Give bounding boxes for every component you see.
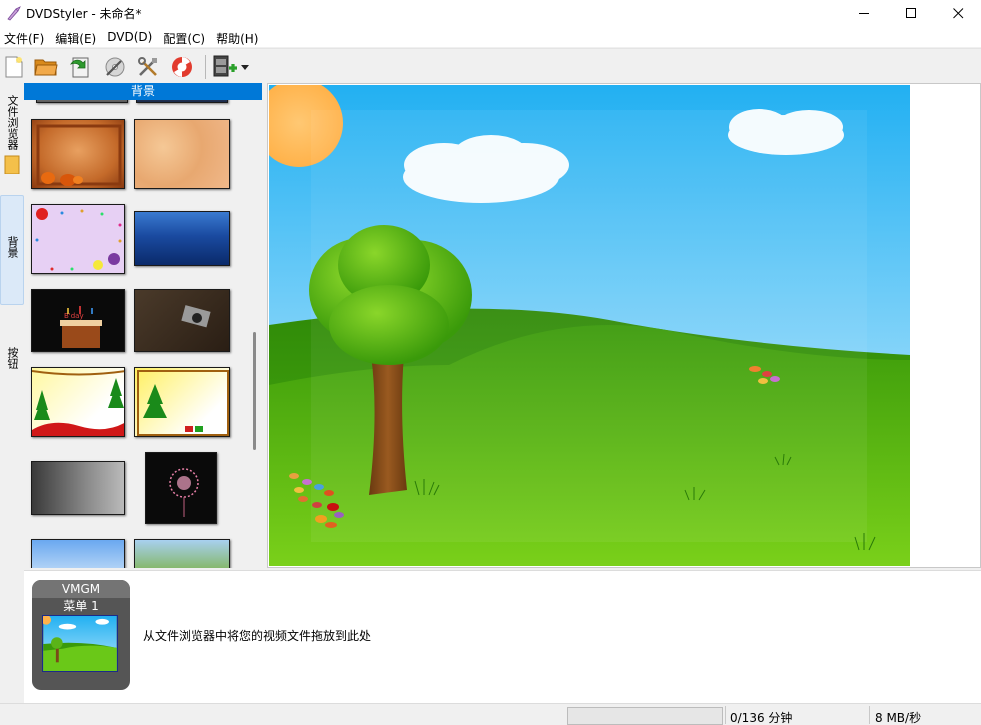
window-title: DVDStyler - 未命名* (26, 7, 142, 21)
add-video-button[interactable] (210, 53, 238, 81)
background-thumbnail-autumn[interactable] (31, 119, 125, 189)
maximize-icon (905, 7, 916, 18)
vmgm-label: VMGM (32, 580, 130, 598)
disc-time-usage: 0/136 分钟 (730, 711, 793, 725)
menu-thumbnail[interactable] (42, 615, 118, 672)
status-separator (725, 706, 726, 724)
folder-icon (4, 155, 20, 174)
close-button[interactable] (935, 0, 981, 26)
menu-help[interactable]: 帮助(H) (212, 26, 265, 47)
titleset-area[interactable]: VMGM 菜单 1 从文件浏览器中将您的视频文件拖放到此处 (24, 570, 981, 703)
maximize-button[interactable] (888, 0, 934, 26)
menu-bar: 文件(F) 编辑(E) DVD(D) 配置(C) 帮助(H) (0, 26, 981, 47)
tab-backgrounds[interactable]: 背景 (0, 195, 24, 305)
add-dropdown-arrow[interactable] (238, 53, 252, 81)
menu-dvd[interactable]: DVD(D) (103, 26, 159, 47)
menu-preview-canvas[interactable] (269, 85, 910, 566)
background-thumbnail-birthday-cake[interactable]: B'day (31, 289, 125, 352)
menu-file[interactable]: 文件(F) (0, 26, 51, 47)
toolbar (0, 48, 981, 83)
settings-tools-icon (138, 57, 157, 76)
new-button[interactable] (0, 53, 28, 81)
christmas-tree-decoration (32, 370, 124, 436)
background-thumbnail-winter-forest[interactable] (134, 211, 230, 266)
toolbar-separator (205, 55, 206, 79)
camera-decoration (181, 305, 211, 328)
help-button[interactable] (168, 53, 196, 81)
background-thumbnail-balloons[interactable] (31, 204, 125, 274)
title-bar: DVDStyler - 未命名* (0, 0, 981, 26)
background-thumbnail-wedding[interactable] (31, 461, 125, 515)
save-button[interactable] (66, 53, 94, 81)
side-tab-strip: 文件浏览器 背景 按钮 (0, 83, 24, 568)
background-thumbnail-fireworks[interactable] (145, 452, 217, 524)
burn-disc-icon (105, 57, 125, 77)
background-thumbnail-christmas-red[interactable] (31, 367, 125, 437)
minimize-button[interactable] (841, 0, 887, 26)
minimize-icon (858, 12, 869, 14)
fireworks-decoration (169, 468, 199, 517)
tab-file-browser[interactable]: 文件浏览器 (0, 91, 24, 195)
disc-usage-bar (567, 707, 723, 725)
menu-edit[interactable]: 编辑(E) (51, 26, 103, 47)
add-video-icon (213, 55, 237, 77)
background-thumbnail-sky-trees[interactable] (31, 539, 125, 568)
tab-backgrounds-label: 背景 (6, 236, 19, 258)
tab-buttons[interactable]: 按钮 (0, 323, 24, 383)
open-button[interactable] (32, 53, 60, 81)
background-thumbnail-leaves[interactable] (134, 119, 230, 189)
drop-video-hint: 从文件浏览器中将您的视频文件拖放到此处 (143, 629, 372, 643)
new-file-icon (5, 56, 23, 78)
video-bitrate: 8 MB/秒 (875, 711, 922, 725)
dvdstyler-window: DVDStyler - 未命名* 文件(F) 编辑(E) DVD(D) 配置(C… (0, 0, 981, 725)
status-bar: 0/136 分钟 8 MB/秒 (0, 703, 981, 725)
background-panel: 背景 B'day (24, 83, 262, 568)
menu-editor-canvas-area (267, 83, 981, 568)
save-icon (70, 57, 89, 78)
pumpkin-decoration (36, 124, 122, 186)
burn-button[interactable] (101, 53, 129, 81)
app-logo-icon (7, 6, 21, 21)
close-icon (952, 7, 963, 18)
help-lifebuoy-icon (172, 57, 192, 77)
vmgm-menu-card[interactable]: VMGM 菜单 1 (32, 580, 130, 690)
balloons-decoration (35, 208, 122, 271)
tab-file-browser-label: 文件浏览器 (6, 95, 19, 150)
background-panel-header: 背景 (24, 83, 262, 100)
tab-buttons-label: 按钮 (6, 347, 19, 369)
background-thumbnail-camera[interactable] (134, 289, 230, 352)
open-folder-icon (34, 59, 58, 76)
menu-config[interactable]: 配置(C) (159, 26, 212, 47)
cake-decoration: B'day (60, 306, 102, 348)
background-thumbnail-spring[interactable] (134, 539, 230, 568)
chevron-down-icon (241, 64, 249, 70)
christmas-tree-decoration (137, 370, 229, 436)
scrollbar-thumb[interactable] (253, 332, 256, 450)
menu-label: 菜单 1 (63, 599, 99, 613)
background-thumbnail-christmas-yellow[interactable] (134, 367, 230, 437)
status-separator (869, 706, 870, 724)
settings-button[interactable] (134, 53, 162, 81)
